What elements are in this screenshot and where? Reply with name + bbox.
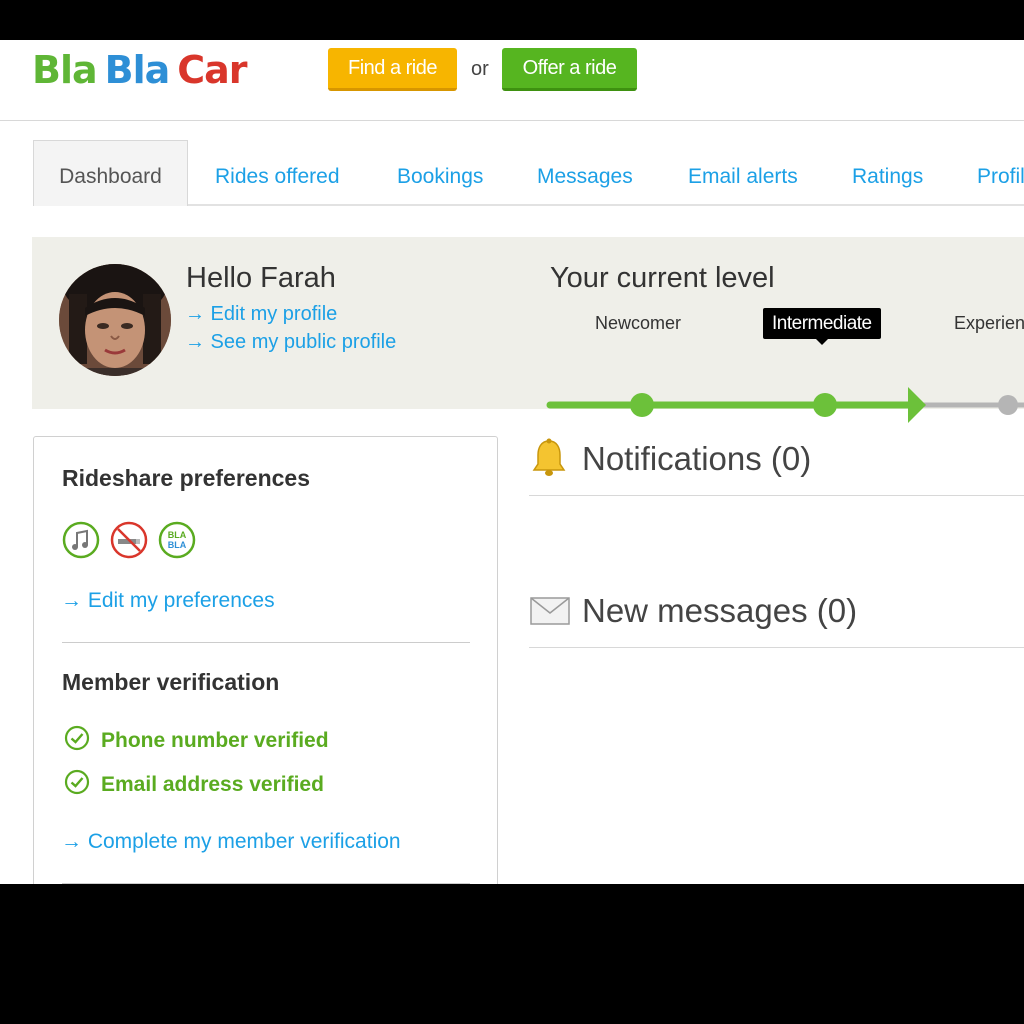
dashboard-tabs: Dashboard Rides offered Bookings Message… — [33, 140, 1024, 206]
complete-verification-link[interactable]: → Complete my member verification — [61, 830, 401, 854]
level-label-newcomer: Newcomer — [595, 313, 682, 333]
rideshare-preferences-title: Rideshare preferences — [62, 465, 311, 491]
check-circle-icon — [64, 725, 90, 751]
notifications-divider — [529, 495, 1024, 496]
level-dot-intermediate — [813, 393, 837, 417]
profile-banner: Hello Farah → Edit my profile → See my p… — [32, 237, 1024, 423]
edit-profile-link[interactable]: → Edit my profile — [185, 303, 337, 326]
card-divider — [62, 642, 470, 643]
avatar[interactable] — [59, 264, 171, 376]
phone-verified-label: Phone number verified — [101, 729, 329, 752]
envelope-icon — [530, 597, 570, 625]
bell-icon — [532, 438, 566, 476]
blabla-badge-bottom: BLA — [168, 540, 187, 550]
tab-messages[interactable]: Messages — [537, 148, 633, 206]
email-verified-label: Email address verified — [101, 773, 324, 796]
messages-divider — [529, 647, 1024, 648]
logo-word-1: Bla — [32, 48, 98, 92]
header-divider — [0, 120, 1024, 121]
email-verified-item: Email address verified — [64, 769, 324, 797]
offer-a-ride-button[interactable]: Offer a ride — [502, 48, 637, 91]
tab-email-alerts[interactable]: Email alerts — [688, 148, 798, 206]
level-label-intermediate: Intermediate — [763, 308, 881, 345]
music-icon — [62, 521, 100, 559]
greeting: Hello Farah — [186, 262, 336, 294]
tab-ratings[interactable]: Ratings — [852, 148, 923, 206]
card-divider — [62, 883, 470, 884]
or-separator: or — [471, 58, 489, 80]
check-circle-icon — [64, 769, 90, 795]
edit-preferences-link[interactable]: → Edit my preferences — [61, 589, 275, 613]
level-progress-bar — [546, 387, 1024, 423]
tab-profile[interactable]: Profil — [977, 148, 1024, 206]
public-profile-link[interactable]: → See my public profile — [185, 331, 396, 354]
avatar-photo — [59, 264, 171, 376]
tab-dashboard[interactable]: Dashboard — [33, 140, 188, 206]
blablacar-logo[interactable]: Bla Bla Car — [32, 48, 248, 92]
logo-word-3: Car — [177, 48, 247, 92]
level-dot-newcomer — [630, 393, 654, 417]
phone-verified-item: Phone number verified — [64, 725, 329, 753]
level-label-experienced: Experien — [954, 313, 1024, 333]
level-dot-experienced — [998, 395, 1018, 415]
tab-rides-offered[interactable]: Rides offered — [215, 148, 340, 206]
new-messages-title: New messages (0) — [582, 592, 858, 629]
blabla-chat-icon: BLA BLA — [158, 521, 196, 559]
page: Bla Bla Car Find a ride or Offer a ride Da… — [0, 40, 1024, 884]
find-a-ride-button[interactable]: Find a ride — [328, 48, 457, 91]
tab-bookings[interactable]: Bookings — [397, 148, 483, 206]
current-level-title: Your current level — [550, 262, 775, 294]
member-verification-title: Member verification — [62, 669, 280, 695]
logo-word-2: Bla — [104, 48, 171, 92]
no-smoking-icon — [110, 521, 148, 559]
notifications-title: Notifications (0) — [582, 440, 812, 477]
progress-arrow-icon — [908, 387, 926, 423]
blabla-badge-top: BLA — [168, 530, 187, 540]
member-summary-card: Rideshare preferences BLA BLA → Edit my … — [33, 436, 498, 884]
